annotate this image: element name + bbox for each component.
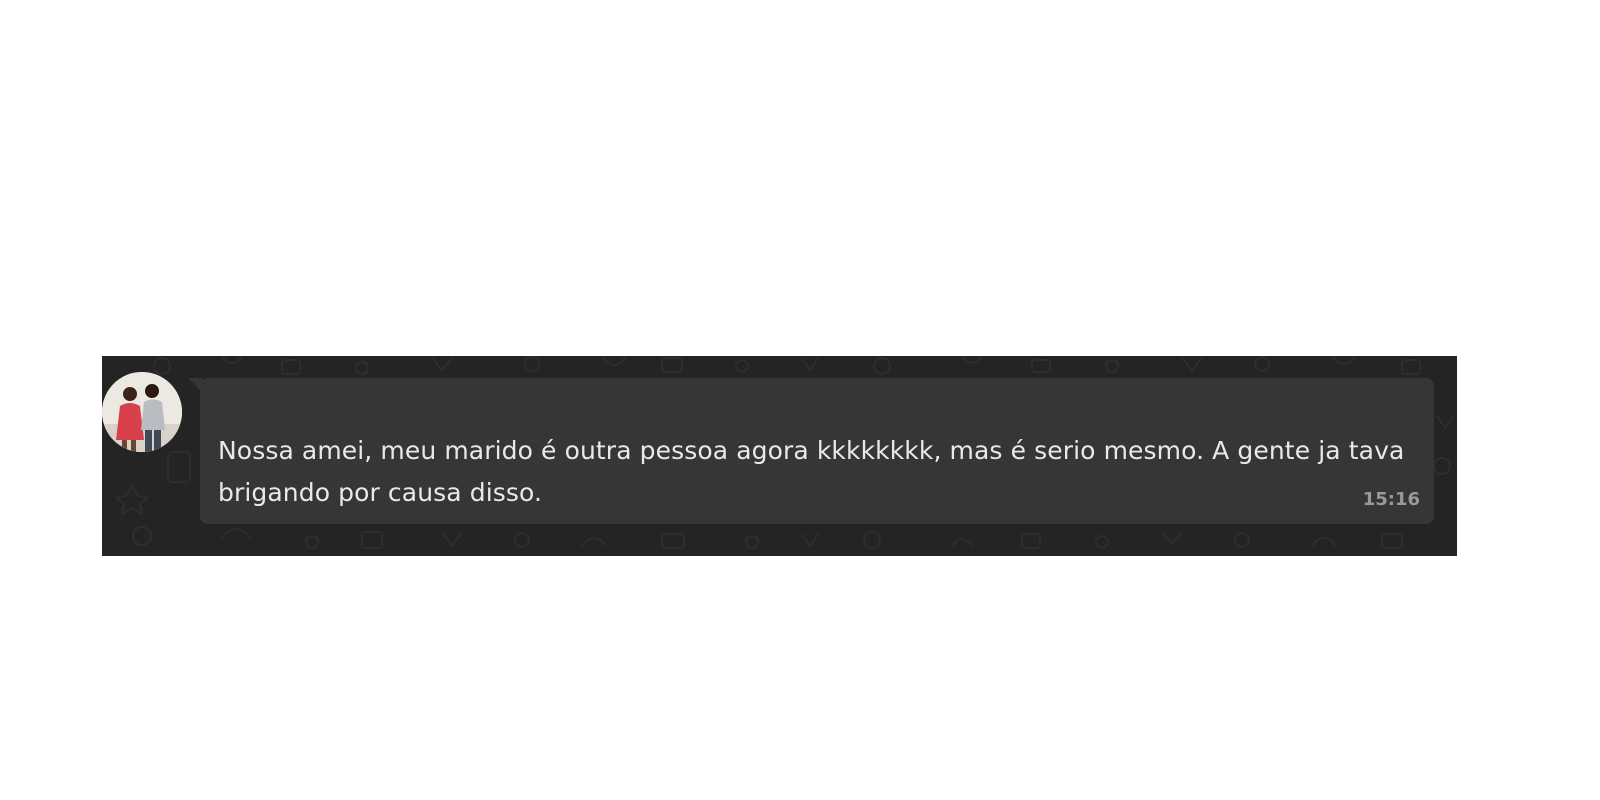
incoming-message-bubble[interactable]: Nossa amei, meu marido é outra pessoa ag… — [200, 378, 1434, 524]
contact-avatar[interactable] — [102, 372, 182, 452]
message-text: Nossa amei, meu marido é outra pessoa ag… — [218, 436, 1405, 507]
message-timestamp: 15:16 — [1362, 489, 1420, 510]
chat-message-row: Nossa amei, meu marido é outra pessoa ag… — [102, 356, 1457, 556]
contact-photo-icon — [102, 372, 182, 452]
